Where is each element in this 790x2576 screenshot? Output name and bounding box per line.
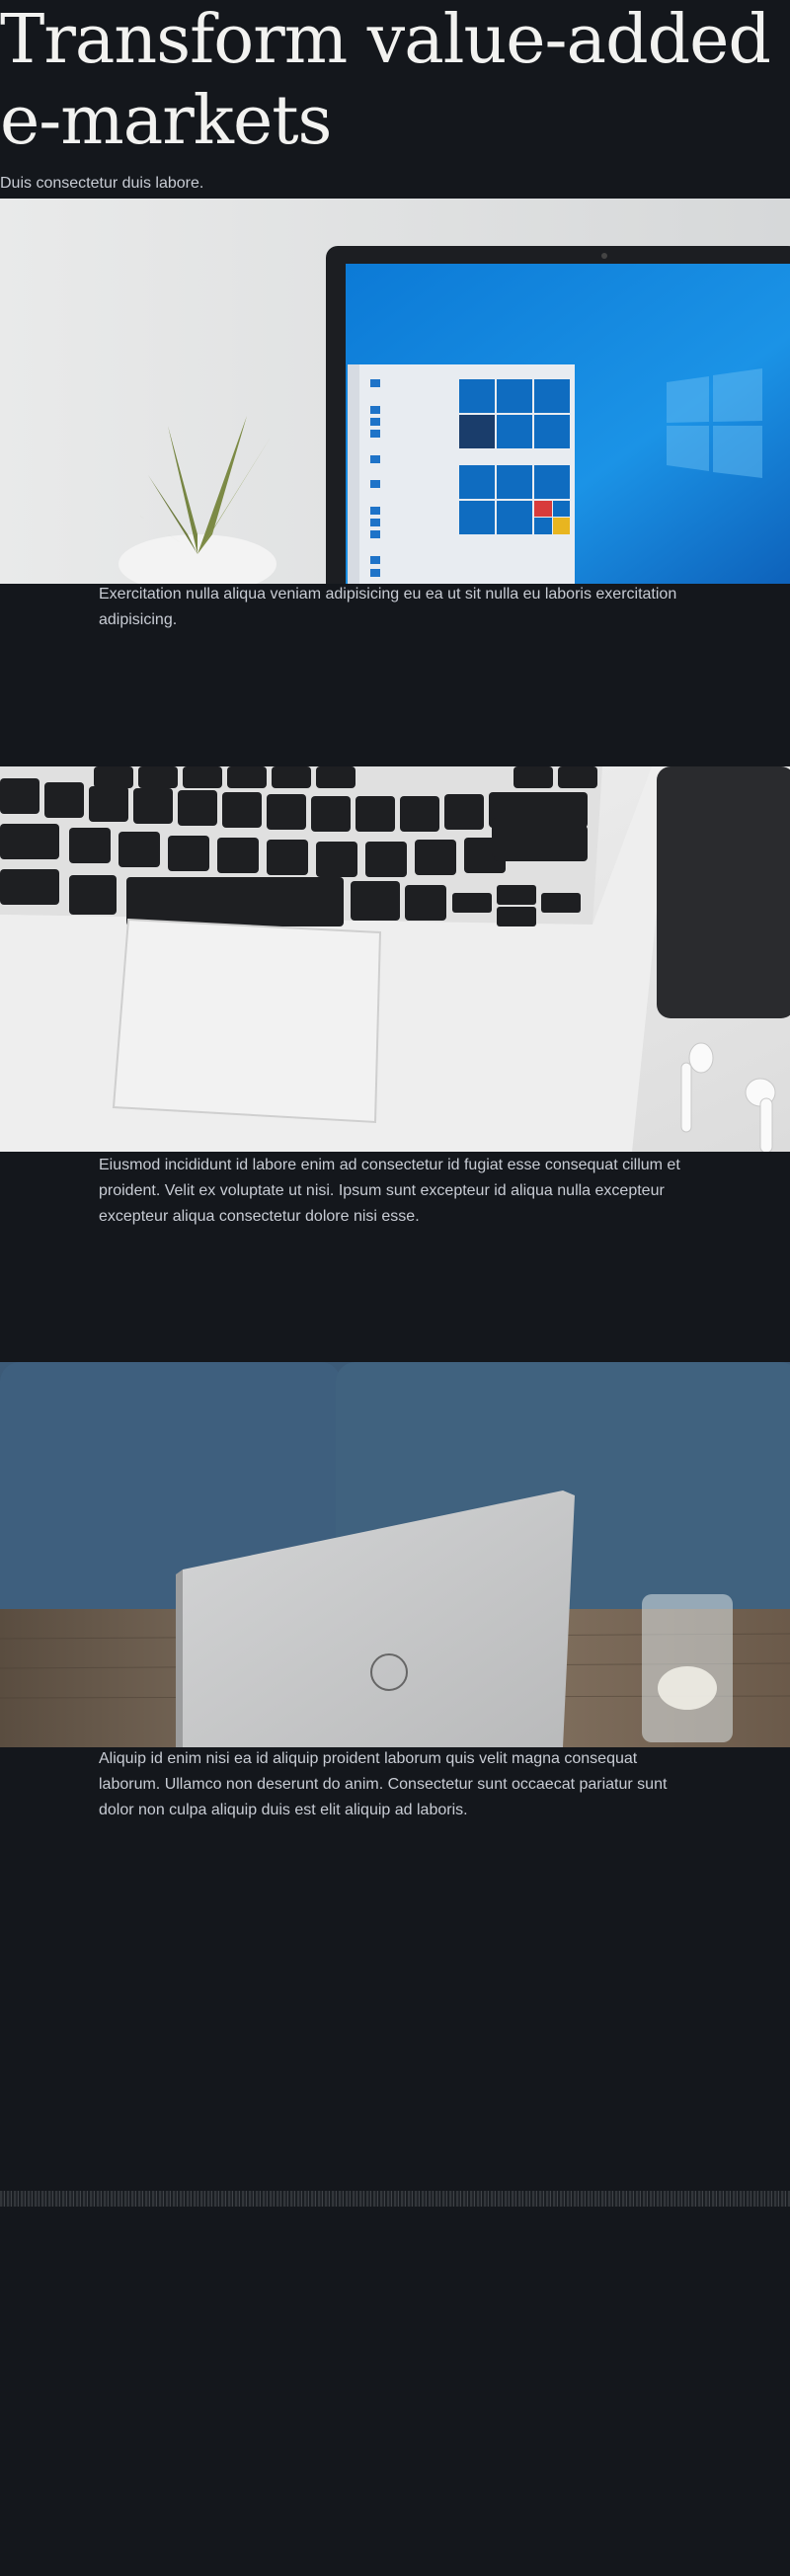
page-title: Transform value-added e-markets <box>0 1 771 160</box>
section-caption: Eiusmod incididunt id labore enim ad con… <box>99 1157 680 1225</box>
section-caption: Aliquip id enim nisi ea id aliquip proid… <box>99 1750 668 1818</box>
laptop-windows-photo <box>0 199 790 584</box>
page-subtitle: Duis consectetur duis labore. <box>0 175 204 192</box>
macbook-keyboard-photo <box>0 766 790 1152</box>
noise-divider <box>0 2191 790 2207</box>
dell-laptop-photo <box>0 1362 790 1747</box>
section-caption: Exercitation nulla aliqua veniam adipisi… <box>99 586 677 628</box>
